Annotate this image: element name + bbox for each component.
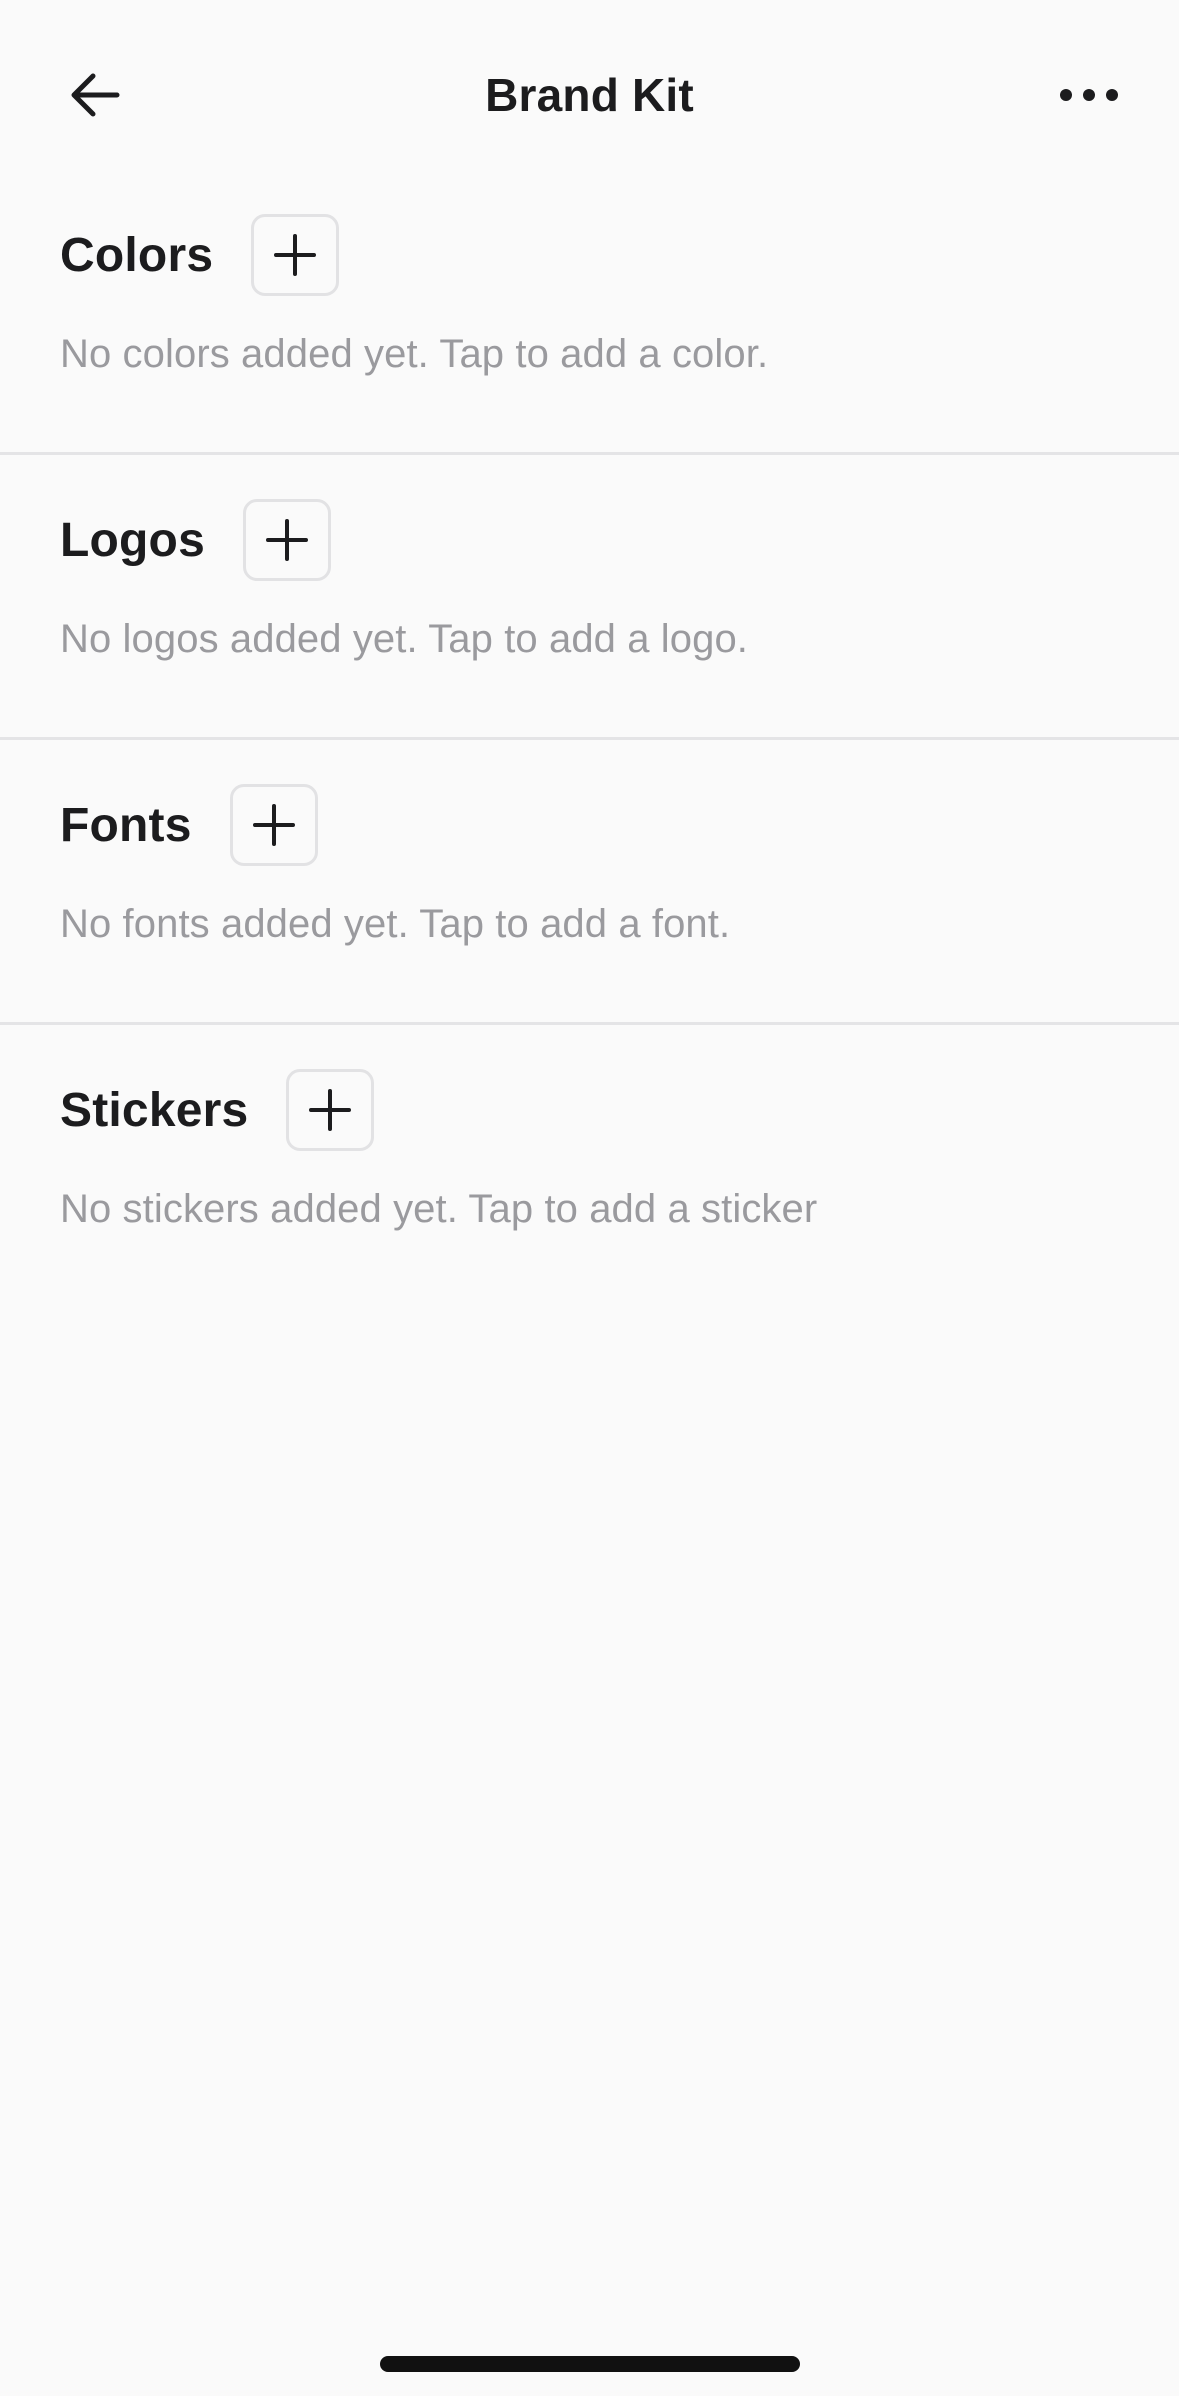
empty-state-text[interactable]: No colors added yet. Tap to add a color. [60, 332, 768, 377]
empty-state-text[interactable]: No logos added yet. Tap to add a logo. [60, 617, 748, 662]
empty-state-text[interactable]: No stickers added yet. Tap to add a stic… [60, 1187, 817, 1232]
plus-icon [252, 804, 295, 846]
home-indicator[interactable] [380, 2356, 800, 2372]
plus-icon [274, 234, 317, 276]
section-colors: Colors No colors added yet. Tap to add a… [0, 170, 1179, 455]
section-title: Colors [60, 228, 214, 282]
section-title: Logos [60, 513, 205, 567]
section-header: Colors [60, 212, 340, 298]
section-header: Logos [60, 497, 331, 583]
plus-icon [265, 519, 308, 561]
section-fonts: Fonts No fonts added yet. Tap to add a f… [0, 740, 1179, 1025]
add-font-button[interactable] [229, 784, 318, 866]
more-horizontal-icon [1060, 89, 1118, 101]
add-logo-button[interactable] [242, 499, 331, 581]
more-options-button[interactable] [1039, 50, 1139, 140]
brand-kit-screen: Brand Kit Colors No colors added yet. Ta… [0, 0, 1179, 2396]
section-title: Fonts [60, 798, 192, 852]
section-header: Fonts [60, 782, 318, 868]
add-color-button[interactable] [251, 214, 340, 296]
plus-icon [309, 1089, 352, 1131]
section-logos: Logos No logos added yet. Tap to add a l… [0, 455, 1179, 740]
section-title: Stickers [60, 1083, 249, 1137]
page-title: Brand Kit [485, 69, 694, 121]
top-bar: Brand Kit [0, 0, 1179, 190]
section-stickers: Stickers No stickers added yet. Tap to a… [0, 1025, 1179, 1310]
add-sticker-button[interactable] [286, 1069, 375, 1151]
section-header: Stickers [60, 1067, 375, 1153]
empty-state-text[interactable]: No fonts added yet. Tap to add a font. [60, 902, 730, 947]
